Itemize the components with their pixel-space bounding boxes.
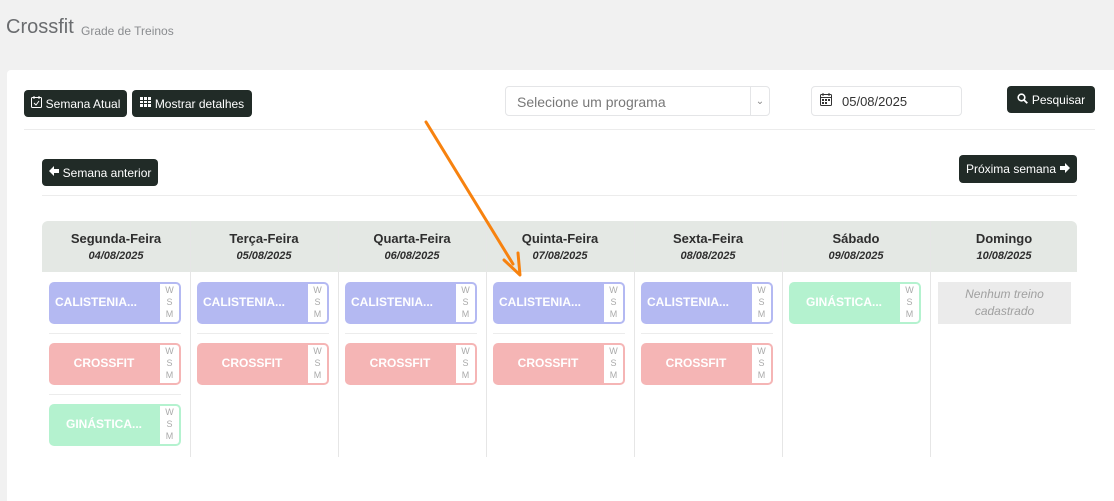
annotation-arrow [424, 120, 522, 277]
